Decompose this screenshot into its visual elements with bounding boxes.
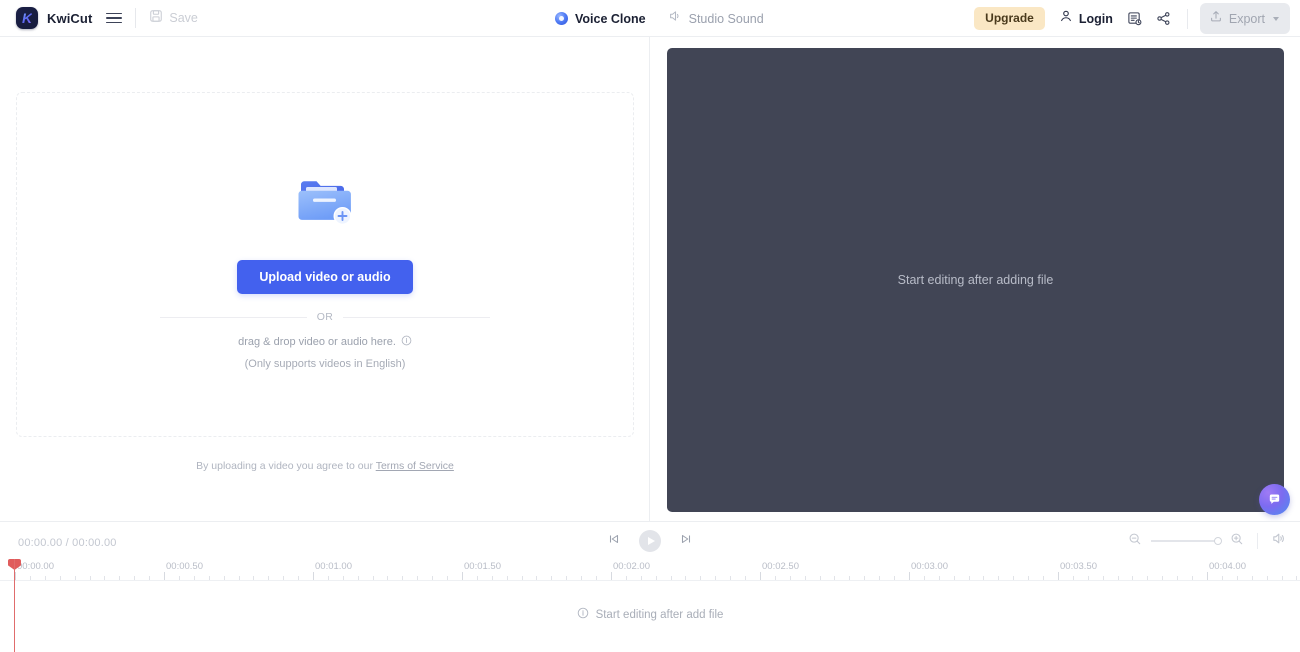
- ruler-label: 00:00.00: [17, 561, 54, 572]
- brand-name: KwiCut: [47, 10, 93, 26]
- ruler-tick-major: [1207, 572, 1208, 580]
- tool-studio-sound-label: Studio Sound: [688, 11, 764, 26]
- ruler-tick-major: [313, 572, 314, 580]
- zoom-out-icon[interactable]: [1128, 532, 1142, 551]
- tool-voice-clone-label: Voice Clone: [575, 11, 646, 26]
- ruler-label: 00:02.50: [762, 561, 799, 572]
- preview-panel: Start editing after adding file: [651, 37, 1300, 521]
- upload-dropzone[interactable]: Upload video or audio OR drag & drop vid…: [16, 92, 634, 437]
- volume-icon[interactable]: [1271, 531, 1286, 551]
- logo-letter: K: [21, 10, 33, 26]
- supports-english-hint: (Only supports videos in English): [244, 358, 406, 370]
- ruler-label: 00:00.50: [166, 561, 203, 572]
- ruler-tick-major: [1058, 572, 1059, 580]
- header-tools-group: Voice Clone Studio Sound: [555, 0, 764, 37]
- drag-drop-hint: drag & drop video or audio here.: [238, 333, 412, 351]
- ruler-baseline: [0, 580, 1300, 581]
- app-logo[interactable]: K: [16, 7, 38, 29]
- terms-of-service-link[interactable]: Terms of Service: [376, 460, 454, 472]
- header-left-group: K KwiCut Save: [0, 7, 198, 29]
- hamburger-menu-icon[interactable]: [106, 10, 123, 26]
- zoom-volume-controls: [1128, 522, 1286, 560]
- login-button[interactable]: Login: [1059, 9, 1113, 28]
- history-record-icon[interactable]: [1127, 11, 1142, 26]
- header-right-group: Upgrade Login Export: [974, 0, 1290, 37]
- save-disk-icon: [149, 9, 163, 28]
- ruler-tick-major: [462, 572, 463, 580]
- export-label: Export: [1228, 11, 1265, 26]
- user-icon: [1059, 9, 1073, 28]
- login-label: Login: [1078, 11, 1113, 26]
- chat-bubble-icon[interactable]: [1259, 484, 1290, 515]
- timeline-empty-text: Start editing after add file: [595, 609, 724, 621]
- ruler-tick-major: [909, 572, 910, 580]
- tool-studio-sound[interactable]: Studio Sound: [668, 9, 764, 28]
- play-icon: [647, 537, 655, 545]
- or-label: OR: [316, 311, 334, 323]
- export-button[interactable]: Export: [1199, 3, 1290, 34]
- ruler-label: 00:01.50: [464, 561, 501, 572]
- play-button[interactable]: [639, 530, 661, 552]
- ruler-tick-major: [164, 572, 165, 580]
- ruler-label: 00:04.00: [1209, 561, 1246, 572]
- transport-divider: [1257, 533, 1258, 549]
- or-line-right: [343, 316, 490, 318]
- upload-panel: Upload video or audio OR drag & drop vid…: [0, 37, 650, 521]
- save-label: Save: [169, 11, 198, 25]
- transport-bar: 00:00.00 / 00:00.00: [0, 521, 1300, 559]
- preview-placeholder-text: Start editing after adding file: [897, 273, 1054, 287]
- header-divider-2: [1186, 8, 1188, 29]
- ruler-tick-major: [760, 572, 761, 580]
- timeline-ruler[interactable]: 00:00.00 00:00.50 00:01.00 00:01.50 00:02.00…: [0, 559, 1300, 581]
- skip-previous-icon[interactable]: [607, 532, 621, 551]
- zoom-slider[interactable]: [1151, 537, 1222, 546]
- ruler-label: 00:03.00: [911, 561, 948, 572]
- timeline-empty-state: Start editing after add file: [0, 606, 1300, 624]
- tool-voice-clone[interactable]: Voice Clone: [555, 12, 646, 26]
- chevron-down-icon: [1273, 16, 1279, 21]
- ruler-tick-major: [611, 572, 612, 580]
- folder-plus-icon: [294, 175, 356, 236]
- header-divider: [135, 8, 137, 28]
- export-upload-icon: [1209, 9, 1223, 28]
- voice-clone-icon: [555, 12, 568, 25]
- info-circle-icon[interactable]: [401, 333, 412, 351]
- ruler-label: 00:02.00: [613, 561, 650, 572]
- zoom-in-icon[interactable]: [1230, 532, 1244, 551]
- zoom-slider-handle[interactable]: [1214, 537, 1222, 546]
- ruler-label: 00:01.00: [315, 561, 352, 572]
- app-header: K KwiCut Save Voice Clone Studio Sound U…: [0, 0, 1300, 37]
- terms-of-service-line: By uploading a video you agree to our Te…: [0, 460, 650, 472]
- drag-drop-text: drag & drop video or audio here.: [238, 336, 396, 348]
- timeline-panel[interactable]: 00:00.00 00:00.50 00:01.00 00:01.50 00:02.00…: [0, 559, 1300, 652]
- transport-controls: [0, 522, 1300, 560]
- info-circle-icon: [577, 606, 589, 624]
- terms-prefix: By uploading a video you agree to our: [196, 460, 376, 472]
- preview-stage[interactable]: Start editing after adding file: [667, 48, 1284, 512]
- ruler-tick-major: [15, 572, 16, 580]
- upgrade-button[interactable]: Upgrade: [974, 6, 1045, 31]
- or-divider: OR: [160, 311, 490, 323]
- speaker-icon: [668, 9, 682, 28]
- timecode-display: 00:00.00 / 00:00.00: [18, 537, 117, 549]
- save-button[interactable]: Save: [149, 9, 198, 28]
- skip-next-icon[interactable]: [679, 532, 693, 551]
- or-line-left: [160, 316, 307, 318]
- share-nodes-icon[interactable]: [1156, 11, 1171, 26]
- ruler-label: 00:03.50: [1060, 561, 1097, 572]
- upload-video-or-audio-button[interactable]: Upload video or audio: [237, 260, 413, 294]
